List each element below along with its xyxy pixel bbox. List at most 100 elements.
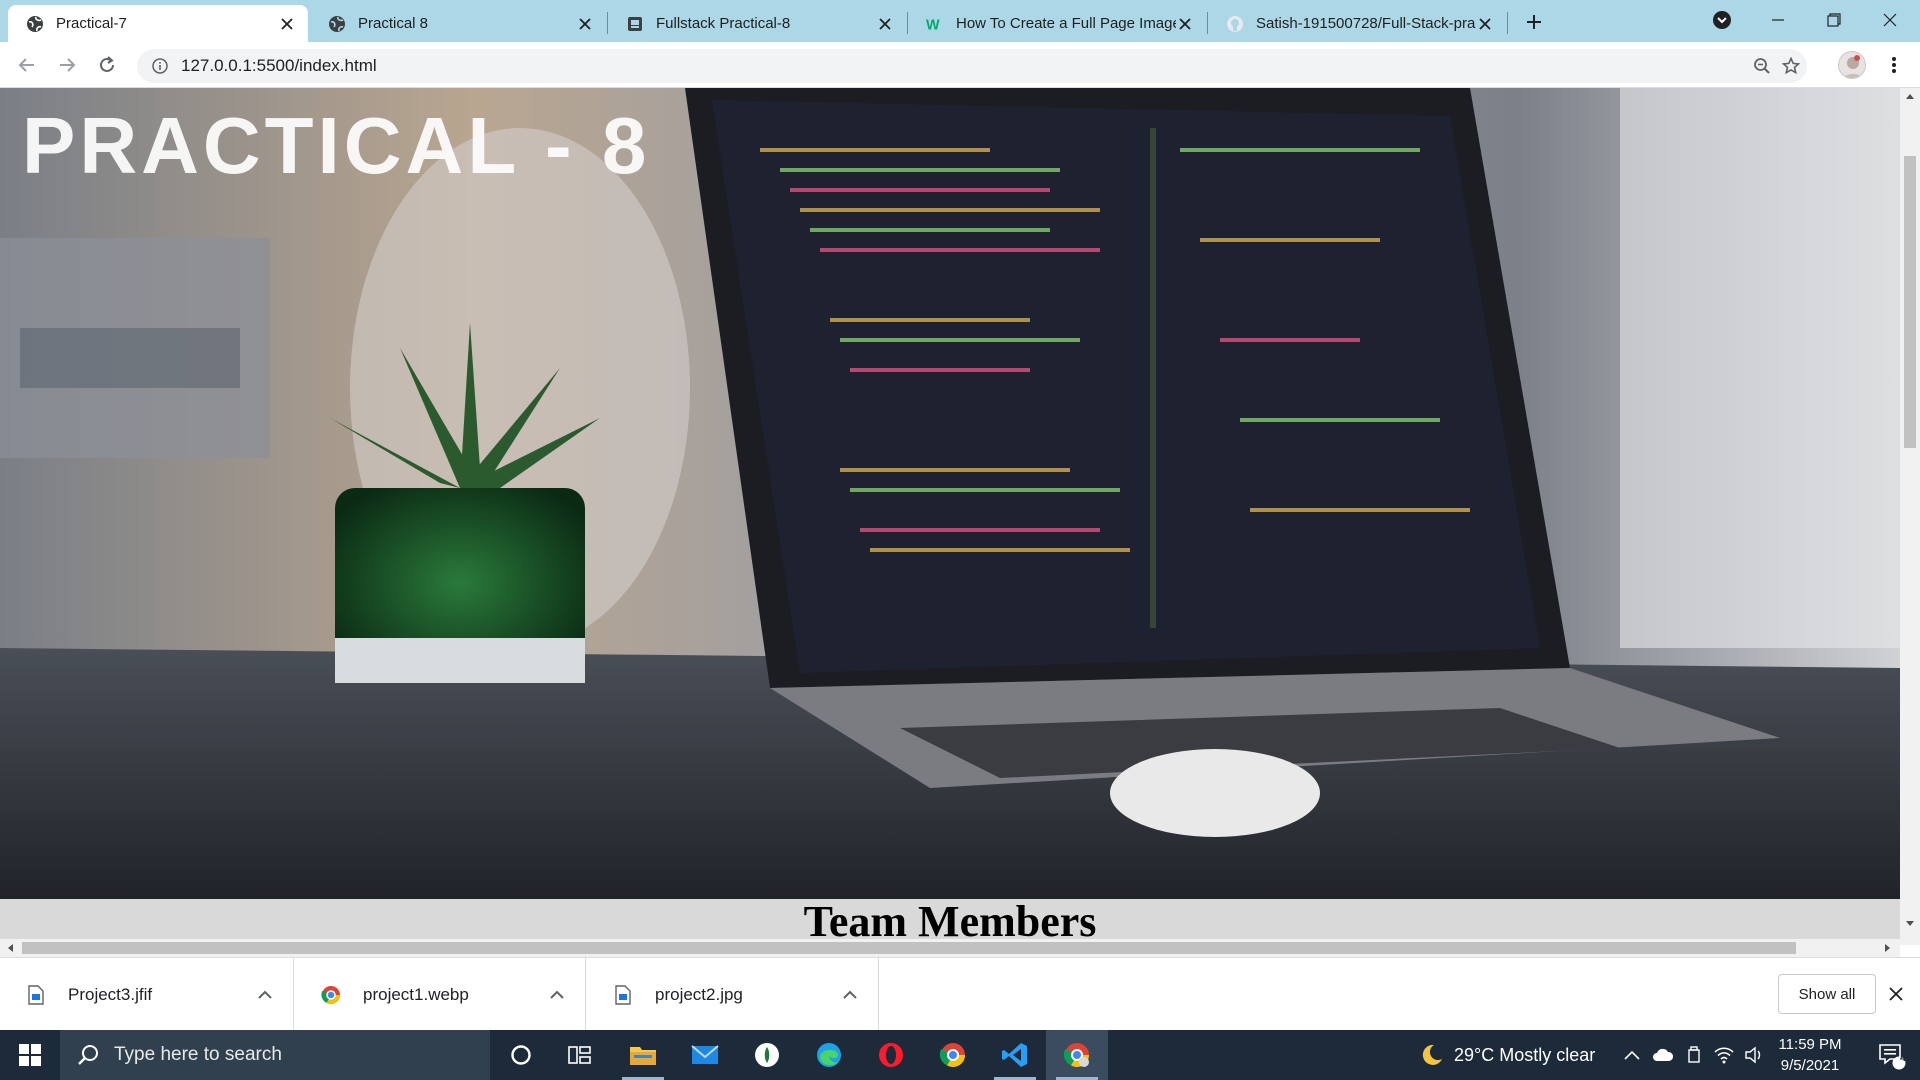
close-icon[interactable]: [576, 15, 594, 33]
tab-title: Practical 8: [358, 15, 429, 32]
speaker-icon: [1745, 1046, 1761, 1064]
tab-github-repo[interactable]: Satish-191500728/Full-Stack-pra: [1208, 5, 1506, 42]
tab-title: Satish-191500728/Full-Stack-pra: [1256, 15, 1476, 32]
info-icon[interactable]: [151, 57, 169, 75]
tab-practical-7[interactable]: Practical-7: [8, 5, 308, 42]
chevron-up-icon[interactable]: [547, 985, 567, 1005]
scroll-up-arrow-icon[interactable]: [1902, 88, 1918, 104]
w3schools-icon: W: [926, 15, 944, 33]
download-filename: project1.webp: [363, 984, 469, 1004]
reload-button[interactable]: [93, 51, 121, 79]
file-icon: [613, 984, 633, 1005]
cortana-button[interactable]: [490, 1030, 552, 1080]
task-view-icon: [568, 1046, 591, 1064]
tab-practical-8[interactable]: Practical 8: [310, 5, 606, 42]
close-icon[interactable]: [876, 15, 894, 33]
horizontal-scroll-thumb[interactable]: [22, 942, 1796, 954]
chevron-up-icon[interactable]: [840, 985, 860, 1005]
volume-button[interactable]: [1744, 1030, 1764, 1080]
forward-button[interactable]: [53, 51, 81, 79]
close-icon[interactable]: [1886, 984, 1906, 1004]
tab-title: Practical-7: [56, 15, 127, 32]
chevron-up-icon: [1624, 1050, 1640, 1060]
weather-text: 29°C Mostly clear: [1454, 1044, 1596, 1065]
downloads-bar: Project3.jfif project1.webp project2.jpg…: [0, 957, 1920, 1031]
hero-image: PRACTICAL - 8: [0, 88, 1900, 899]
folder-icon: [630, 1047, 656, 1065]
task-view-button[interactable]: [549, 1030, 611, 1080]
edge-icon: [817, 1043, 841, 1067]
tab-how-to-create-full-page-image[interactable]: W How To Create a Full Page Image: [908, 5, 1206, 42]
vscode-button[interactable]: [984, 1030, 1046, 1080]
tab-search-button[interactable]: [1694, 0, 1750, 40]
menu-button[interactable]: [1880, 51, 1908, 79]
bookmark-star-icon[interactable]: [1777, 49, 1805, 83]
close-icon[interactable]: [1476, 15, 1494, 33]
svg-text:W: W: [926, 17, 940, 33]
search-icon: [76, 1043, 100, 1067]
minimize-button[interactable]: [1750, 0, 1806, 40]
document-icon: [626, 15, 644, 33]
edge-button[interactable]: [798, 1030, 860, 1080]
github-icon: [1226, 15, 1244, 33]
new-tab-button[interactable]: [1520, 8, 1548, 36]
scroll-down-arrow-icon[interactable]: [1902, 916, 1918, 932]
file-explorer-button[interactable]: [612, 1030, 674, 1080]
globe-icon: [26, 15, 44, 33]
tab-title: How To Create a Full Page Image: [956, 15, 1176, 32]
download-item[interactable]: Project3.jfif: [0, 958, 294, 1031]
reload-icon: [100, 56, 114, 72]
zoom-icon[interactable]: [1748, 49, 1776, 83]
network-button[interactable]: [1714, 1030, 1734, 1080]
notification-center-button[interactable]: 4: [1866, 1030, 1916, 1080]
close-icon[interactable]: [278, 15, 296, 33]
mail-icon: [691, 1045, 719, 1064]
profile-avatar[interactable]: [1838, 51, 1866, 79]
search-placeholder: Type here to search: [114, 1044, 282, 1065]
app-button[interactable]: [736, 1030, 798, 1080]
taskbar-search-box[interactable]: Type here to search: [60, 1030, 490, 1080]
device-button[interactable]: [1686, 1030, 1702, 1080]
minimize-icon: [1772, 19, 1784, 21]
close-window-button[interactable]: [1862, 0, 1918, 40]
url-text: 127.0.0.1:5500/index.html: [181, 56, 377, 75]
show-all-button[interactable]: Show all: [1778, 974, 1876, 1014]
download-item[interactable]: project1.webp: [295, 958, 586, 1031]
horizontal-scrollbar[interactable]: [0, 939, 1900, 957]
restore-button[interactable]: [1806, 0, 1862, 40]
vertical-scrollbar[interactable]: [1900, 88, 1920, 945]
download-filename: Project3.jfif: [68, 984, 153, 1004]
scroll-left-arrow-icon[interactable]: [2, 940, 18, 956]
chevron-up-icon[interactable]: [255, 985, 275, 1005]
restore-icon: [1827, 13, 1841, 27]
vscode-icon: [1002, 1043, 1027, 1067]
mail-button[interactable]: [674, 1030, 736, 1080]
hero-title: PRACTICAL - 8: [22, 101, 651, 190]
system-clock[interactable]: 11:59 PM 9/5/2021: [1770, 1034, 1850, 1076]
back-button[interactable]: [13, 51, 41, 79]
globe-icon: [328, 15, 346, 33]
plus-icon: [1527, 15, 1541, 29]
usb-device-icon: [1688, 1046, 1700, 1063]
clock-time: 11:59 PM: [1778, 1036, 1842, 1053]
chrome-icon: [939, 1043, 965, 1068]
opera-button[interactable]: [860, 1030, 922, 1080]
tab-fullstack-practical-8[interactable]: Fullstack Practical-8: [608, 5, 906, 42]
start-button[interactable]: [0, 1030, 60, 1080]
address-bar[interactable]: 127.0.0.1:5500/index.html: [137, 49, 1807, 83]
file-icon: [26, 984, 46, 1005]
windows-taskbar: Type here to search 29°C Mostly clear 11…: [0, 1030, 1920, 1080]
onedrive-button[interactable]: [1652, 1030, 1674, 1080]
chrome-active-button[interactable]: [1046, 1030, 1108, 1080]
download-item[interactable]: project2.jpg: [587, 958, 879, 1031]
weather-widget[interactable]: 29°C Mostly clear: [1420, 1030, 1595, 1080]
browser-toolbar: 127.0.0.1:5500/index.html: [0, 42, 1920, 88]
moon-icon: [1422, 1044, 1442, 1065]
clock-date: 9/5/2021: [1780, 1057, 1840, 1074]
more-vertical-icon: [1892, 57, 1896, 73]
show-hidden-icons-button[interactable]: [1624, 1030, 1640, 1080]
vertical-scroll-thumb[interactable]: [1904, 156, 1916, 448]
chrome-button[interactable]: [922, 1030, 984, 1080]
close-icon[interactable]: [1176, 15, 1194, 33]
scroll-right-arrow-icon[interactable]: [1880, 940, 1896, 956]
